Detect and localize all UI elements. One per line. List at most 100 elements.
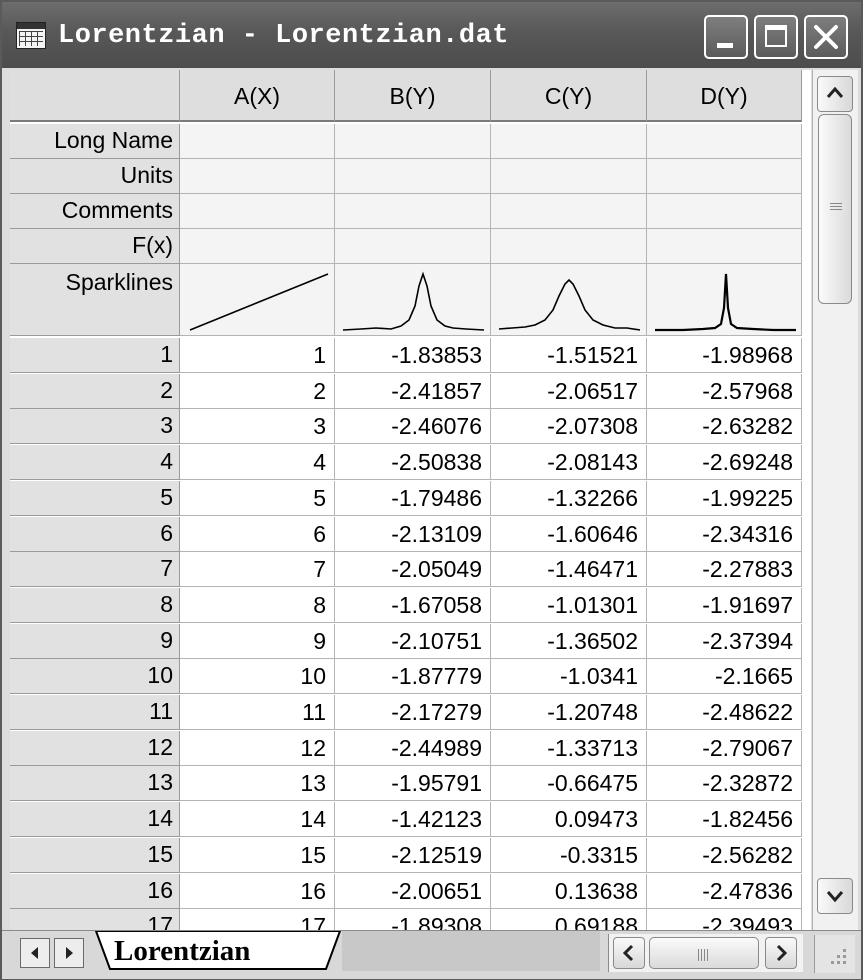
data-cell[interactable]: -2.41857 (335, 373, 491, 409)
sparkline-a[interactable] (180, 264, 335, 336)
data-cell[interactable]: -1.01301 (491, 587, 647, 623)
data-cell[interactable]: 17 (180, 909, 335, 930)
data-cell[interactable]: -1.42123 (335, 802, 491, 838)
data-cell[interactable]: -1.98968 (647, 338, 802, 373)
data-cell[interactable]: 7 (180, 552, 335, 588)
data-cell[interactable]: -1.95791 (335, 766, 491, 802)
sparkline-c[interactable] (491, 264, 647, 336)
data-cell[interactable]: -2.06517 (491, 373, 647, 409)
data-cell[interactable]: -2.50838 (335, 445, 491, 481)
scroll-right-button[interactable] (765, 937, 797, 969)
data-cell[interactable]: -1.51521 (491, 338, 647, 373)
row-label[interactable]: 3 (10, 409, 180, 445)
data-cell[interactable]: -1.82456 (647, 802, 802, 838)
row-label[interactable]: 7 (10, 552, 180, 588)
meta-cell[interactable] (491, 124, 647, 159)
column-header-c[interactable]: C(Y) (491, 70, 647, 122)
data-cell[interactable]: 14 (180, 802, 335, 838)
data-cell[interactable]: -2.07308 (491, 409, 647, 445)
data-cell[interactable]: -1.0341 (491, 659, 647, 695)
data-cell[interactable]: -2.48622 (647, 695, 802, 730)
data-cell[interactable]: -1.32266 (491, 480, 647, 516)
meta-label[interactable]: Sparklines (10, 264, 180, 336)
minimize-button[interactable] (704, 15, 748, 59)
meta-cell[interactable] (180, 124, 335, 159)
meta-cell[interactable] (647, 229, 802, 264)
data-cell[interactable]: 5 (180, 480, 335, 516)
data-cell[interactable]: 1 (180, 338, 335, 373)
vertical-scroll-thumb[interactable] (818, 114, 852, 304)
data-cell[interactable]: -2.46076 (335, 409, 491, 445)
data-cell[interactable]: -1.67058 (335, 587, 491, 623)
data-cell[interactable]: -1.89308 (335, 909, 491, 930)
data-cell[interactable]: -2.32872 (647, 766, 802, 802)
data-cell[interactable]: -0.3315 (491, 837, 647, 873)
row-label[interactable]: 16 (10, 873, 180, 909)
row-label[interactable]: 1 (10, 338, 180, 373)
data-cell[interactable]: -1.83853 (335, 338, 491, 373)
meta-cell[interactable] (647, 159, 802, 194)
data-cell[interactable]: -1.20748 (491, 695, 647, 730)
data-cell[interactable]: 0.13638 (491, 873, 647, 909)
sparkline-d[interactable] (647, 264, 802, 336)
data-cell[interactable]: 3 (180, 409, 335, 445)
column-header-d[interactable]: D(Y) (647, 70, 802, 122)
data-cell[interactable]: 4 (180, 445, 335, 481)
title-bar[interactable]: Lorentzian - Lorentzian.dat (2, 2, 861, 68)
data-cell[interactable]: -0.66475 (491, 766, 647, 802)
resize-grip[interactable] (814, 935, 855, 973)
meta-label[interactable]: Units (10, 159, 180, 194)
data-cell[interactable]: 8 (180, 587, 335, 623)
data-cell[interactable]: -2.44989 (335, 730, 491, 766)
data-cell[interactable]: -1.79486 (335, 480, 491, 516)
data-cell[interactable]: -2.69248 (647, 445, 802, 481)
data-cell[interactable]: 10 (180, 659, 335, 695)
corner-cell[interactable] (10, 70, 180, 122)
maximize-button[interactable] (754, 15, 798, 59)
meta-cell[interactable] (180, 229, 335, 264)
data-cell[interactable]: -1.60646 (491, 516, 647, 552)
data-cell[interactable]: 9 (180, 623, 335, 659)
data-cell[interactable]: 2 (180, 373, 335, 409)
row-label[interactable]: 8 (10, 587, 180, 623)
meta-cell[interactable] (335, 229, 491, 264)
data-cell[interactable]: 15 (180, 837, 335, 873)
data-cell[interactable]: -2.56282 (647, 837, 802, 873)
data-cell[interactable]: -1.36502 (491, 623, 647, 659)
meta-cell[interactable] (491, 159, 647, 194)
close-button[interactable] (804, 15, 848, 59)
meta-cell[interactable] (180, 159, 335, 194)
meta-cell[interactable] (647, 194, 802, 229)
data-cell[interactable]: -2.79067 (647, 730, 802, 766)
row-label[interactable]: 17 (10, 909, 180, 930)
data-cell[interactable]: -2.10751 (335, 623, 491, 659)
data-cell[interactable]: -2.57968 (647, 373, 802, 409)
scroll-left-button[interactable] (613, 937, 645, 969)
data-cell[interactable]: -2.27883 (647, 552, 802, 588)
sheet-nav-right-button[interactable] (54, 938, 84, 968)
scroll-up-button[interactable] (817, 76, 853, 112)
row-label[interactable]: 5 (10, 480, 180, 516)
meta-cell[interactable] (647, 124, 802, 159)
data-cell[interactable]: -2.1665 (647, 659, 802, 695)
row-label[interactable]: 6 (10, 516, 180, 552)
data-cell[interactable]: -2.47836 (647, 873, 802, 909)
row-label[interactable]: 14 (10, 802, 180, 838)
data-cell[interactable]: -1.46471 (491, 552, 647, 588)
row-label[interactable]: 12 (10, 730, 180, 766)
horizontal-scroll-thumb[interactable] (649, 937, 759, 969)
data-cell[interactable]: -2.17279 (335, 695, 491, 730)
meta-label[interactable]: Comments (10, 194, 180, 229)
data-cell[interactable]: 0.69188 (491, 909, 647, 930)
data-cell[interactable]: 16 (180, 873, 335, 909)
vertical-scrollbar[interactable] (812, 70, 858, 930)
data-cell[interactable]: -2.34316 (647, 516, 802, 552)
data-cell[interactable]: 11 (180, 695, 335, 730)
data-cell[interactable]: -2.39493 (647, 909, 802, 930)
row-label[interactable]: 4 (10, 445, 180, 481)
data-cell[interactable]: 12 (180, 730, 335, 766)
data-cell[interactable]: -2.12519 (335, 837, 491, 873)
meta-cell[interactable] (335, 124, 491, 159)
row-label[interactable]: 11 (10, 695, 180, 730)
row-label[interactable]: 9 (10, 623, 180, 659)
